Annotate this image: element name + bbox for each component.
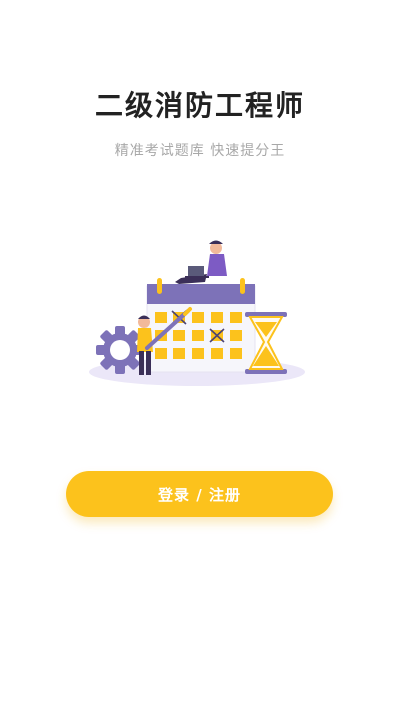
gear-icon (96, 326, 144, 374)
login-register-button[interactable]: 登录 / 注册 (66, 471, 333, 517)
calendar-icon (146, 278, 256, 373)
person-with-laptop-icon (175, 240, 227, 284)
exam-calendar-illustration-icon (89, 240, 305, 386)
login-register-label: 登录 / 注册 (158, 485, 241, 504)
hero-illustration (85, 236, 315, 396)
app-subtitle: 精准考试题库 快速提分王 (114, 143, 286, 159)
app-title: 二级消防工程师 (94, 89, 305, 122)
